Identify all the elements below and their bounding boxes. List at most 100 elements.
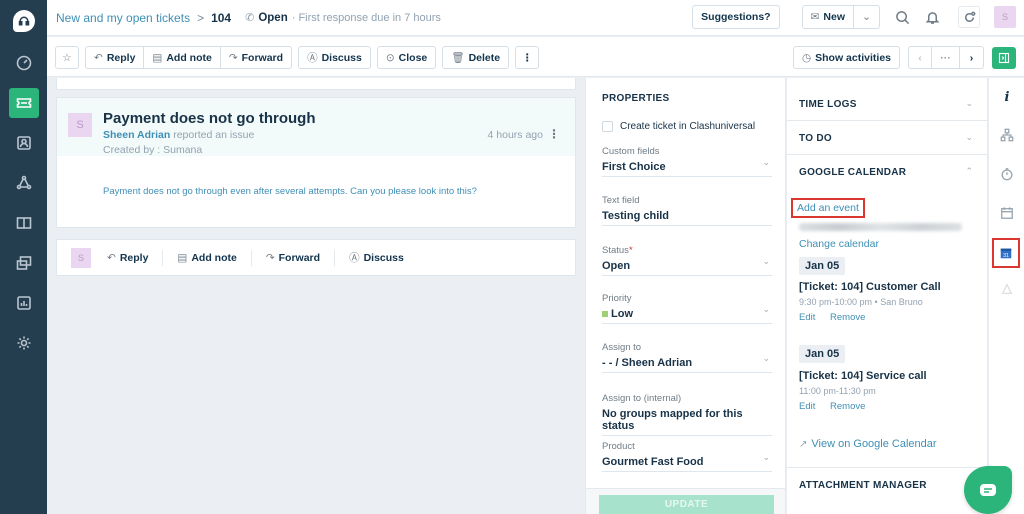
update-button[interactable]: UPDATE — [599, 495, 774, 514]
sidebar-item-forums[interactable] — [9, 248, 39, 278]
todo-section[interactable]: TO DO ⌄ — [787, 121, 987, 155]
priority-color-indicator — [602, 311, 608, 317]
star-icon: ☆ — [62, 51, 72, 64]
freshdesk-logo-icon[interactable] — [12, 10, 35, 32]
reply-action-bar: S ↶ Reply ▤ Add note ↷ Forward Ⓐ Discuss — [56, 239, 576, 276]
reporter-action: reported an issue — [170, 129, 255, 141]
note-icon: ▤ — [177, 251, 188, 264]
sidebar-item-reports[interactable] — [9, 288, 39, 318]
reply-bar-add-note[interactable]: ▤ Add note — [177, 252, 236, 264]
next-ticket-button[interactable]: › — [960, 46, 984, 69]
event-edit-link[interactable]: Edit — [799, 401, 815, 412]
sidebar-item-solutions[interactable] — [9, 208, 39, 238]
section-title: TIME LOGS — [799, 99, 857, 110]
assign-to-dropdown[interactable]: Assign to - - / Sheen Adrian ⌄ — [602, 342, 772, 373]
network-icon — [16, 175, 31, 190]
priority-dropdown[interactable]: Priority Low ⌄ — [602, 293, 772, 324]
bell-icon[interactable] — [920, 5, 944, 29]
chat-widget-button[interactable] — [964, 466, 1012, 514]
add-event-link[interactable]: Add an event — [791, 198, 865, 218]
breadcrumb-link[interactable]: New and my open tickets — [56, 11, 190, 25]
hierarchy-icon[interactable] — [996, 124, 1018, 146]
book-icon — [16, 217, 31, 229]
new-button[interactable]: ✉ New — [801, 5, 854, 29]
forward-icon: ↷ — [265, 251, 275, 264]
google-calendar-app-icon[interactable]: 31 — [992, 238, 1020, 268]
reply-bar-discuss[interactable]: Ⓐ Discuss — [349, 250, 404, 265]
custom-fields-dropdown[interactable]: Custom fields First Choice ⌄ — [602, 146, 772, 177]
status-dropdown[interactable]: Status* Open ⌄ — [602, 245, 772, 276]
ticket-timestamp: 4 hours ago — [487, 129, 543, 141]
reply-bar-forward[interactable]: ↷ Forward — [266, 252, 320, 264]
google-calendar-section[interactable]: GOOGLE CALENDAR ⌃ — [787, 155, 987, 189]
event-date-badge: Jan 05 — [799, 345, 846, 363]
blurred-calendar-email — [799, 223, 962, 231]
previous-card-edge — [56, 78, 576, 90]
view-on-google-calendar-link[interactable]: ↗ View on Google Calendar — [799, 438, 937, 450]
close-button[interactable]: ⊙ Close — [376, 46, 437, 69]
ticket-header: S Payment does not go through Sheen Adri… — [57, 98, 575, 156]
reply-label: Reply — [106, 51, 136, 64]
dashboard-icon — [16, 55, 31, 71]
chevron-down-icon: ⌄ — [762, 256, 770, 266]
app-icon-faded[interactable] — [996, 278, 1018, 300]
attachment-manager-section[interactable]: ATTACHMENT MANAGER — [787, 467, 987, 507]
create-ticket-checkbox-row[interactable]: Create ticket in Clashuniversal — [602, 121, 755, 132]
prev-ticket-button[interactable]: ‹ — [908, 46, 932, 69]
field-value: First Choice — [602, 161, 666, 173]
sidebar-item-tickets[interactable] — [8, 88, 39, 118]
assign-to-internal-field[interactable]: Assign to (internal) No groups mapped fo… — [602, 393, 772, 436]
toggle-sidebar-button[interactable] — [992, 46, 1016, 69]
sidebar-item-settings[interactable] — [9, 328, 39, 358]
reply-button[interactable]: ↶ Reply — [85, 46, 145, 69]
show-activities-button[interactable]: ◷ Show activities — [792, 46, 900, 69]
create-ticket-checkbox[interactable] — [602, 121, 613, 132]
sidebar-item-dashboard[interactable] — [9, 48, 39, 78]
field-label: Assign to — [602, 342, 642, 353]
event-edit-link[interactable]: Edit — [799, 312, 815, 323]
add-note-button[interactable]: ▤ Add note — [144, 46, 221, 69]
ticket-more-icon[interactable]: ⋮ — [548, 127, 560, 141]
sidebar-item-contacts[interactable] — [9, 128, 39, 158]
sidebar-item-groups[interactable] — [9, 168, 39, 198]
ticket-body-text: Payment does not go through even after s… — [103, 186, 477, 197]
event-title: [Ticket: 104] Service call — [799, 370, 927, 382]
check-circle-icon: ⊙ — [385, 51, 395, 64]
chevron-down-icon: ⌄ — [965, 98, 973, 108]
ticket-list-button[interactable]: ··· — [932, 46, 960, 69]
info-icon[interactable]: i — [996, 86, 1018, 108]
product-dropdown[interactable]: Product Gourmet Fast Food ⌄ — [602, 441, 772, 472]
search-icon[interactable] — [890, 5, 914, 29]
svg-text:31: 31 — [1003, 253, 1009, 259]
section-title: TO DO — [799, 133, 832, 144]
reporter-name-link[interactable]: Sheen Adrian — [103, 129, 170, 141]
chat-bubble-icon — [980, 484, 996, 496]
new-dropdown-button[interactable]: ⌄ — [854, 5, 880, 29]
event-date-badge: Jan 05 — [799, 257, 846, 275]
event-remove-link[interactable]: Remove — [830, 312, 865, 323]
clock-icon: ◷ — [801, 51, 812, 64]
forward-button[interactable]: ↷ Forward — [220, 46, 293, 69]
field-value: Low — [602, 308, 772, 320]
user-avatar[interactable]: S — [994, 6, 1016, 28]
discuss-button[interactable]: Ⓐ Discuss — [298, 46, 371, 69]
text-field-input[interactable]: Text field Testing child — [602, 195, 772, 226]
forward-icon: ↷ — [228, 51, 238, 64]
app-icon-strip: i 31 — [989, 78, 1024, 514]
ticket-subject: Payment does not go through — [103, 110, 316, 127]
more-actions-button[interactable]: ⋮ — [515, 46, 540, 69]
suggestions-button[interactable]: Suggestions? — [692, 5, 780, 29]
time-logs-section[interactable]: TIME LOGS ⌄ — [787, 87, 987, 121]
change-calendar-link[interactable]: Change calendar — [799, 238, 879, 250]
event-remove-link[interactable]: Remove — [830, 401, 865, 412]
reply-bar-discuss-label: Discuss — [363, 251, 404, 264]
delete-button[interactable]: 🗑 Delete — [442, 46, 510, 69]
apps-status-icon[interactable] — [958, 6, 980, 28]
timer-icon[interactable] — [996, 163, 1018, 185]
reply-bar-reply[interactable]: ↶ Reply — [107, 252, 148, 264]
phone-icon: ✆ — [245, 12, 255, 24]
star-button[interactable]: ☆ — [55, 46, 79, 69]
calendar-icon[interactable] — [996, 202, 1018, 224]
chat-windows-icon — [16, 256, 31, 270]
ticket-id: 104 — [211, 10, 232, 25]
